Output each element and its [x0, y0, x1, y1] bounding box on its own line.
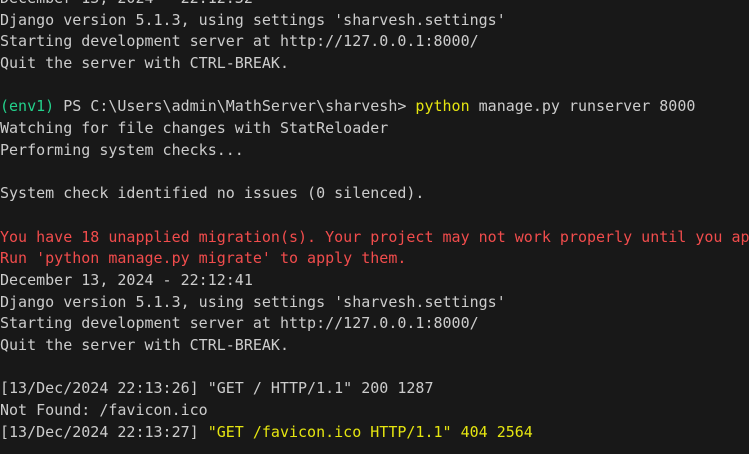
- log-line-quit-hint: Quit the server with CTRL-BREAK.: [0, 336, 289, 354]
- log-line-django-version: Django version 5.1.3, using settings 'sh…: [0, 292, 506, 311]
- warning-unapplied-migrations: You have 18 unapplied migration(s). Your…: [0, 227, 749, 246]
- log-line-django-version: Django version 5.1.3, using settings 'sh…: [0, 10, 506, 29]
- env-indicator: (env1): [0, 97, 55, 116]
- command-args: manage.py runserver 8000: [469, 97, 696, 116]
- command-name: python: [415, 97, 470, 116]
- not-found-log: Not Found: /favicon.ico: [0, 401, 208, 420]
- log-line-server-start: Starting development server at http://12…: [0, 32, 479, 51]
- request-log-favicon: [13/Dec/2024 22:13:27] "GET /favicon.ico…: [0, 422, 749, 444]
- request-log-root: [13/Dec/2024 22:13:26] "GET / HTTP/1.1" …: [0, 379, 434, 398]
- log-line-server-start: Starting development server at http://12…: [0, 314, 479, 333]
- log-line-watching: Watching for file changes with StatReloa…: [0, 119, 389, 138]
- log-line-date: December 13, 2024 - 22:12:41: [0, 270, 253, 289]
- request-timestamp: [13/Dec/2024 22:13:27]: [0, 422, 208, 441]
- request-404-highlight: "GET /favicon.ico HTTP/1.1" 404 2564: [207, 422, 533, 441]
- prompt-line: (env1) PS C:\Users\admin\MathServer\shar…: [0, 96, 749, 118]
- log-line-quit-hint: Quit the server with CTRL-BREAK.: [0, 54, 289, 73]
- warning-run-migrate: Run 'python manage.py migrate' to apply …: [0, 249, 407, 268]
- log-line-no-issues: System check identified no issues (0 sil…: [0, 184, 425, 203]
- log-line-checks: Performing system checks...: [0, 140, 244, 159]
- log-line-date: December 13, 2024 - 22:12:32: [0, 0, 749, 10]
- terminal-output[interactable]: December 13, 2024 - 22:12:32 Django vers…: [0, 0, 749, 454]
- prompt-path: PS C:\Users\admin\MathServer\sharvesh>: [54, 97, 416, 116]
